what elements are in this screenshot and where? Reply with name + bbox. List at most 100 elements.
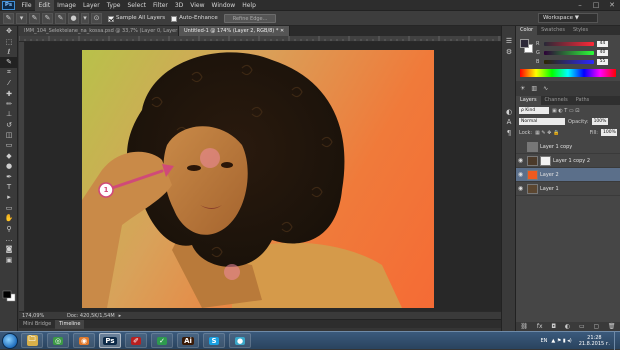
layer-row[interactable]: ◉ Layer 1 copy 2 bbox=[516, 154, 620, 168]
delete-layer-icon[interactable]: 🗑 bbox=[608, 323, 616, 330]
menu-filter[interactable]: Filter bbox=[150, 0, 172, 11]
blue-value[interactable]: 55 bbox=[597, 58, 608, 65]
document-tab[interactable]: Untitled-1 @ 174% (Layer 2, RGB/8) * ✕ bbox=[179, 26, 291, 36]
menu-3d[interactable]: 3D bbox=[171, 0, 186, 11]
menu-layer[interactable]: Layer bbox=[79, 0, 103, 11]
green-slider[interactable] bbox=[544, 50, 594, 55]
pen-tool-icon[interactable]: ✒ bbox=[0, 171, 18, 181]
layer-row[interactable]: Layer 1 copy bbox=[516, 140, 620, 154]
new-layer-icon[interactable]: ▢ bbox=[593, 323, 599, 330]
tab-swatches[interactable]: Swatches bbox=[537, 26, 569, 35]
adjustments-panel-icon[interactable]: ◐ bbox=[502, 107, 516, 117]
fill-value[interactable]: 100% bbox=[601, 129, 617, 136]
taskbar-firefox-icon[interactable]: ◉ bbox=[73, 333, 95, 348]
adjustment-layer-icon[interactable]: ◐ bbox=[565, 323, 570, 330]
tab-styles[interactable]: Styles bbox=[569, 26, 592, 35]
healing-brush-tool-icon[interactable]: ✚ bbox=[0, 88, 18, 98]
menu-view[interactable]: View bbox=[187, 0, 208, 11]
tab-layers[interactable]: Layers bbox=[516, 96, 541, 105]
move-tool-icon[interactable]: ✥ bbox=[0, 26, 18, 36]
new-selection-icon[interactable]: ✎ bbox=[29, 12, 40, 24]
tab-color[interactable]: Color bbox=[516, 26, 538, 35]
taskbar-explorer-icon[interactable]: 🗀 bbox=[21, 333, 43, 348]
eraser-tool-icon[interactable]: ◫ bbox=[0, 130, 18, 140]
extras-tool-icon[interactable]: … bbox=[0, 234, 18, 244]
color-spectrum[interactable] bbox=[520, 69, 616, 77]
menu-image[interactable]: Image bbox=[54, 0, 80, 11]
show-desktop-button[interactable] bbox=[614, 331, 620, 350]
add-mask-icon[interactable]: ◘ bbox=[551, 323, 556, 330]
history-panel-icon[interactable]: ☰ bbox=[502, 36, 516, 46]
shape-tool-icon[interactable]: ▭ bbox=[0, 203, 18, 213]
menu-edit[interactable]: Edit bbox=[35, 0, 54, 11]
tray-icons[interactable]: ▲ ⚑ ▮ ◂) bbox=[551, 338, 571, 344]
status-arrow-icon[interactable]: ▸ bbox=[119, 313, 122, 319]
layer-row[interactable]: ◉ Layer 2 bbox=[516, 168, 620, 182]
brush-dropdown-icon[interactable]: ▾ bbox=[81, 12, 89, 24]
gradient-tool-icon[interactable]: ▭ bbox=[0, 140, 18, 150]
lasso-tool-icon[interactable]: ℓ bbox=[0, 47, 18, 57]
taskbar-acrobat-icon[interactable]: ✐ bbox=[125, 333, 147, 348]
menu-select[interactable]: Select bbox=[124, 0, 150, 11]
quick-selection-tool-icon[interactable]: ✎ bbox=[0, 57, 18, 68]
crop-tool-icon[interactable]: ⌗ bbox=[0, 68, 18, 78]
zoom-level[interactable]: 174,09% bbox=[19, 313, 59, 319]
history-brush-tool-icon[interactable]: ↺ bbox=[0, 120, 18, 130]
brush-preset-icon[interactable]: ▾ bbox=[16, 12, 27, 24]
blue-slider[interactable] bbox=[544, 59, 594, 64]
refine-edge-button[interactable]: Refine Edge... bbox=[223, 13, 277, 23]
quick-mask-icon[interactable]: ◙ bbox=[0, 244, 18, 254]
close-button[interactable]: ✕ bbox=[604, 0, 620, 11]
screen-mode-icon[interactable]: ▣ bbox=[0, 255, 18, 265]
marquee-tool-icon[interactable]: ⬚ bbox=[0, 36, 18, 46]
visibility-eye-icon[interactable]: ◉ bbox=[516, 185, 525, 192]
pressure-icon[interactable]: ⊙ bbox=[91, 12, 102, 24]
brush-size-icon[interactable]: ● bbox=[68, 12, 79, 24]
document-canvas[interactable]: 1 bbox=[82, 50, 434, 308]
taskbar-photoshop-icon[interactable]: Ps bbox=[99, 333, 121, 348]
zoom-tool-icon[interactable]: ⚲ bbox=[0, 223, 18, 233]
layer-row[interactable]: ◉ Layer 1 bbox=[516, 182, 620, 196]
language-indicator[interactable]: EN bbox=[541, 338, 548, 344]
sample-all-layers-checkbox[interactable] bbox=[108, 16, 114, 22]
maximize-button[interactable]: □ bbox=[588, 0, 604, 11]
menu-type[interactable]: Type bbox=[103, 0, 124, 11]
green-value[interactable]: 40 bbox=[597, 49, 608, 56]
adjust-brightness-icon[interactable]: ☀ bbox=[520, 85, 525, 92]
taskbar-illustrator-icon[interactable]: Ai bbox=[177, 333, 199, 348]
dodge-tool-icon[interactable]: ● bbox=[0, 161, 18, 171]
taskbar-green-app-icon[interactable]: ✓ bbox=[151, 333, 173, 348]
layer-style-icon[interactable]: fx bbox=[537, 323, 543, 330]
tab-channels[interactable]: Channels bbox=[541, 96, 572, 105]
hand-tool-icon[interactable]: ✋ bbox=[0, 213, 18, 223]
taskbar-skype-icon[interactable]: S bbox=[203, 333, 225, 348]
foreground-background-color-icon[interactable] bbox=[2, 290, 16, 302]
quick-selection-tool-icon[interactable]: ✎ bbox=[3, 12, 14, 24]
type-tool-icon[interactable]: T bbox=[0, 182, 18, 192]
red-slider[interactable] bbox=[544, 41, 594, 46]
visibility-eye-icon[interactable]: ◉ bbox=[516, 157, 525, 164]
add-to-selection-icon[interactable]: ✎ bbox=[42, 12, 53, 24]
clock[interactable]: 21:28 21.8.2015 г. bbox=[579, 335, 610, 347]
tab-timeline[interactable]: Timeline bbox=[55, 319, 85, 329]
clone-stamp-tool-icon[interactable]: ⊥ bbox=[0, 109, 18, 119]
subtract-selection-icon[interactable]: ✎ bbox=[55, 12, 66, 24]
opacity-value[interactable]: 100% bbox=[591, 118, 608, 125]
workspace-select[interactable]: Workspace ▼ bbox=[538, 13, 598, 23]
eyedropper-tool-icon[interactable]: ⁄ bbox=[0, 78, 18, 88]
taskbar-messenger-icon[interactable]: ● bbox=[229, 333, 251, 348]
foreground-swatch[interactable] bbox=[520, 39, 529, 48]
group-icon[interactable]: ▭ bbox=[579, 323, 585, 330]
menu-window[interactable]: Window bbox=[208, 0, 239, 11]
path-selection-tool-icon[interactable]: ▸ bbox=[0, 192, 18, 202]
properties-panel-icon[interactable]: ⚙ bbox=[502, 46, 516, 56]
document-tab[interactable]: IMM_104_Selekteiane_na_kossa.psd @ 33,7%… bbox=[19, 26, 179, 36]
link-layers-icon[interactable]: ⛓ bbox=[520, 323, 528, 330]
adjust-curves-icon[interactable]: ∿ bbox=[543, 85, 548, 92]
paragraph-panel-icon[interactable]: ¶ bbox=[502, 128, 516, 138]
minimize-button[interactable]: – bbox=[572, 0, 588, 11]
red-value[interactable]: 44 bbox=[597, 40, 608, 47]
layer-kind-filter[interactable]: ρ Kind bbox=[519, 107, 549, 114]
tab-mini-bridge[interactable]: Mini Bridge bbox=[19, 320, 55, 329]
taskbar-chrome-icon[interactable]: ◎ bbox=[47, 333, 69, 348]
